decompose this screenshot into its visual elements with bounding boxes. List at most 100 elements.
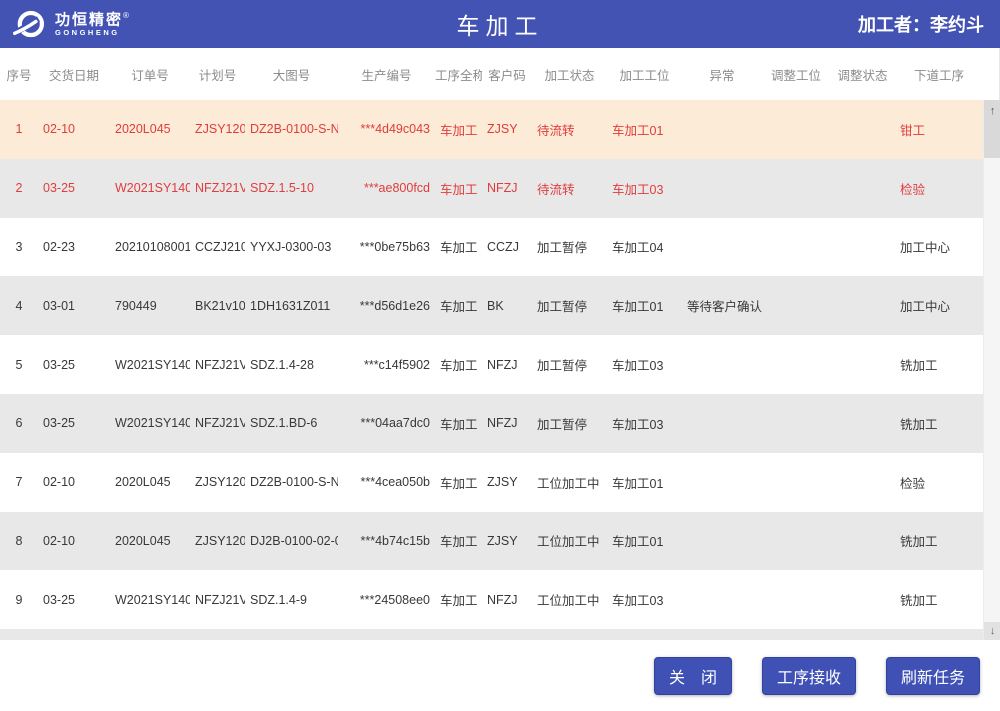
- cell-plan-no: ZJSY1201: [190, 100, 245, 159]
- app: 功恒精密® GONGHENG 车加工 加工者：李约斗 序号 交货日期 订单号 计…: [0, 0, 1000, 711]
- registered-mark: ®: [123, 11, 129, 20]
- col-process-name: 工序全称: [435, 48, 482, 100]
- cell-process-status: 工位加工中: [532, 512, 607, 571]
- cell-abnormal: [682, 218, 762, 277]
- cell-delivery-date: 02-10: [38, 512, 110, 571]
- cell-process-name: 车加工: [435, 570, 482, 629]
- cell-abnormal: [682, 159, 762, 218]
- cell-adjust-status: [830, 100, 895, 159]
- table-row[interactable]: 403-01790449BK21v1021DH1631Z011***d56d1e…: [0, 276, 983, 335]
- cell-abnormal: [682, 335, 762, 394]
- cell-next-process: 检验: [895, 453, 983, 512]
- cell-process-status: 待流转: [532, 159, 607, 218]
- close-button[interactable]: 关 闭: [654, 657, 732, 695]
- cell-plan-no: NFZJ21V1: [190, 394, 245, 453]
- logo-name-cn: 功恒精密: [55, 11, 123, 28]
- table-row[interactable]: 802-102020L045ZJSY1201DJ2B-0100-02-03***…: [0, 512, 983, 571]
- table-header: 序号 交货日期 订单号 计划号 大图号 生产编号 工序全称 客户码 加工状态 加…: [0, 48, 983, 100]
- cell-abnormal: [682, 394, 762, 453]
- cell-delivery-date: 03-25: [38, 394, 110, 453]
- cell-adjust-station: [762, 512, 830, 571]
- cell-process-name: 车加工: [435, 100, 482, 159]
- cell-index: 4: [0, 276, 38, 335]
- cell-index: 3: [0, 218, 38, 277]
- cell-adjust-status: [830, 570, 895, 629]
- refresh-tasks-button[interactable]: 刷新任务: [886, 657, 980, 695]
- table-row[interactable]: 702-102020L045ZJSY1201DZ2B-0100-S-N.1***…: [0, 453, 983, 512]
- table-body: 102-102020L045ZJSY1201DZ2B-0100-S-N-***4…: [0, 100, 983, 640]
- cell-adjust-status: [830, 159, 895, 218]
- cell-delivery-date: [38, 629, 110, 640]
- cell-production-no: ***d56d1e26: [338, 276, 435, 335]
- cell-process-name: 车加工: [435, 453, 482, 512]
- cell-abnormal: [682, 100, 762, 159]
- cell-customer-code: NFZJ: [482, 394, 532, 453]
- table-row[interactable]: 603-25W2021SY140NFZJ21V1SDZ.1.BD-6***04a…: [0, 394, 983, 453]
- cell-plan-no: CCZJ2108: [190, 218, 245, 277]
- cell-adjust-status: [830, 335, 895, 394]
- cell-drawing-no: SDZ.1.BD-6: [245, 394, 338, 453]
- cell-customer-code: CCZJ: [482, 218, 532, 277]
- arrow-down-icon: ↓: [990, 625, 996, 637]
- cell-work-station: 车加工01: [607, 276, 682, 335]
- table-row[interactable]: 203-25W2021SY140NFZJ21V1SDZ.1.5-10***ae8…: [0, 159, 983, 218]
- cell-index: 8: [0, 512, 38, 571]
- cell-plan-no: NFZJ21V1: [190, 570, 245, 629]
- cell-process-name: 车加工: [435, 276, 482, 335]
- table-row[interactable]: 503-25W2021SY140NFZJ21V1SDZ.1.4-28***c14…: [0, 335, 983, 394]
- cell-index: 1: [0, 100, 38, 159]
- scroll-up-button[interactable]: ↑: [984, 100, 1000, 122]
- col-drawing-no: 大图号: [245, 48, 338, 100]
- cell-drawing-no: YYXJ-0300-03: [245, 218, 338, 277]
- cell-production-no: [338, 629, 435, 640]
- col-adjust-station: 调整工位: [762, 48, 830, 100]
- table-row[interactable]: 102-102020L045ZJSY1201DZ2B-0100-S-N-***4…: [0, 100, 983, 159]
- cell-plan-no: [190, 629, 245, 640]
- cell-order-no: 2020L045: [110, 100, 190, 159]
- vertical-scrollbar: ↑ ↓: [983, 100, 1000, 640]
- cell-work-station: [607, 629, 682, 640]
- cell-adjust-station: [762, 159, 830, 218]
- table-row[interactable]: 302-23202101080011CCZJ2108YYXJ-0300-03**…: [0, 218, 983, 277]
- cell-next-process: 铣加工: [895, 394, 983, 453]
- logo-name-en: GONGHENG: [55, 29, 129, 37]
- table-row[interactable]: 903-25W2021SY140NFZJ21V1SDZ.1.4-9***2450…: [0, 570, 983, 629]
- cell-adjust-status: [830, 629, 895, 640]
- scrollbar-thumb[interactable]: [984, 122, 1000, 158]
- cell-delivery-date: 03-25: [38, 335, 110, 394]
- cell-index: 9: [0, 570, 38, 629]
- cell-production-no: ***0be75b63: [338, 218, 435, 277]
- col-process-status: 加工状态: [532, 48, 607, 100]
- cell-work-station: 车加工01: [607, 453, 682, 512]
- cell-delivery-date: 02-10: [38, 453, 110, 512]
- page-title: 车加工: [0, 7, 1000, 41]
- cell-work-station: 车加工03: [607, 394, 682, 453]
- cell-plan-no: NFZJ21V1: [190, 335, 245, 394]
- cell-production-no: ***c14f5902: [338, 335, 435, 394]
- accept-process-button[interactable]: 工序接收: [762, 657, 856, 695]
- cell-next-process: 加工中心: [895, 276, 983, 335]
- col-order-no: 订单号: [110, 48, 190, 100]
- logo-text: 功恒精密® GONGHENG: [55, 12, 129, 37]
- scroll-down-button[interactable]: ↓: [984, 622, 1000, 640]
- cell-order-no: 202101080011: [110, 218, 190, 277]
- cell-adjust-station: [762, 570, 830, 629]
- cell-next-process: 铣加工: [895, 512, 983, 571]
- cell-index: [0, 629, 38, 640]
- cell-process-status: 加工暂停: [532, 276, 607, 335]
- header-row: 序号 交货日期 订单号 计划号 大图号 生产编号 工序全称 客户码 加工状态 加…: [0, 48, 983, 100]
- cell-process-status: [532, 629, 607, 640]
- cell-adjust-status: [830, 394, 895, 453]
- cell-work-station: 车加工01: [607, 512, 682, 571]
- cell-adjust-station: [762, 218, 830, 277]
- cell-drawing-no: DZ2B-0100-S-N.1: [245, 453, 338, 512]
- task-table: 102-102020L045ZJSY1201DZ2B-0100-S-N-***4…: [0, 100, 983, 640]
- col-next-process: 下道工序: [895, 48, 983, 100]
- cell-drawing-no: [245, 629, 338, 640]
- cell-drawing-no: DZ2B-0100-S-N-: [245, 100, 338, 159]
- cell-customer-code: BK: [482, 276, 532, 335]
- cell-adjust-station: [762, 276, 830, 335]
- cell-customer-code: NFZJ: [482, 159, 532, 218]
- action-bar: 关 闭 工序接收 刷新任务: [0, 640, 1000, 711]
- table-row[interactable]: [0, 629, 983, 640]
